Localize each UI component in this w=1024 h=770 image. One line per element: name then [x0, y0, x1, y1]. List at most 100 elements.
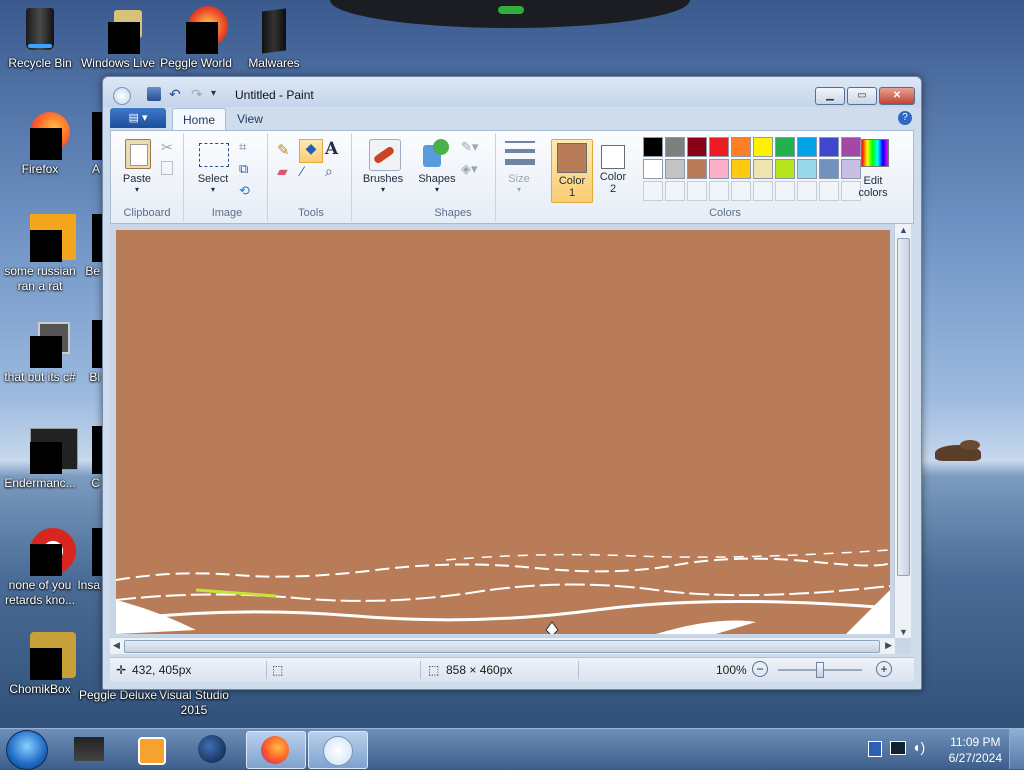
color2-button[interactable]: Color 2 — [593, 139, 633, 201]
desktop-icon-peggle-deluxe[interactable]: Peggle Deluxe — [78, 688, 158, 703]
paint-app-icon[interactable] — [113, 87, 131, 105]
paint-menu-button[interactable]: ▤ ▾ — [110, 108, 166, 128]
taskbar-app-folder[interactable] — [60, 731, 118, 767]
horizontal-scroll-thumb[interactable] — [124, 640, 880, 653]
edit-colors-button[interactable]: Edit colors — [851, 139, 895, 199]
palette-swatch[interactable] — [753, 159, 773, 179]
palette-swatch[interactable] — [731, 137, 751, 157]
custom-color-slot[interactable] — [775, 181, 795, 201]
taskbar-app-paint[interactable] — [308, 731, 368, 769]
eraser-icon[interactable]: ▰ — [277, 163, 295, 181]
select-button[interactable]: Select ▾ — [191, 137, 235, 194]
desktop-icon-partial[interactable]: Bi — [62, 320, 102, 385]
title-bar[interactable]: ↶ ↷ ▾ Untitled - Paint ▁ ▭ ✕ — [103, 77, 921, 107]
indicator-light — [498, 6, 524, 14]
show-desktop-button[interactable] — [1009, 729, 1024, 769]
scroll-up-icon[interactable]: ▲ — [899, 225, 908, 235]
horizontal-scrollbar[interactable]: ◀ ▶ — [110, 637, 895, 654]
paste-button[interactable]: Paste ▾ — [115, 137, 159, 194]
size-button[interactable]: Size ▾ — [497, 137, 541, 194]
scroll-left-icon[interactable]: ◀ — [113, 640, 120, 651]
palette-swatch[interactable] — [797, 137, 817, 157]
app-icon — [92, 528, 102, 576]
palette-swatch[interactable] — [775, 137, 795, 157]
palette-swatch[interactable] — [819, 137, 839, 157]
resize-icon[interactable]: ⧉ — [239, 161, 257, 179]
palette-swatch[interactable] — [665, 137, 685, 157]
action-center-icon[interactable] — [890, 741, 906, 755]
pencil-icon[interactable]: ✎ — [277, 141, 295, 159]
chomikbox-icon — [16, 632, 76, 680]
desktop-icon-partial[interactable]: C — [62, 426, 102, 491]
brushes-button[interactable]: Brushes ▾ — [361, 137, 405, 194]
shape-fill-icon[interactable]: ◈▾ — [461, 161, 479, 179]
color1-button[interactable]: Color 1 — [551, 139, 593, 203]
network-icon[interactable] — [868, 741, 882, 757]
vertical-scrollbar[interactable]: ▲ ▼ — [894, 224, 911, 638]
palette-swatch[interactable] — [665, 159, 685, 179]
cut-icon[interactable]: ✂ — [161, 139, 179, 157]
desktop-icon-partial[interactable]: Be — [62, 214, 102, 279]
outline-icon[interactable]: ✎▾ — [461, 139, 479, 157]
scroll-down-icon[interactable]: ▼ — [899, 627, 908, 637]
custom-color-slot[interactable] — [665, 181, 685, 201]
palette-swatch[interactable] — [709, 137, 729, 157]
palette-swatch[interactable] — [797, 159, 817, 179]
desktop-icon-chomikbox[interactable]: ChomikBox — [0, 632, 80, 697]
scroll-right-icon[interactable]: ▶ — [885, 640, 892, 651]
drawing-canvas[interactable] — [116, 230, 890, 634]
customize-toolbar-icon[interactable]: ▾ — [211, 87, 225, 101]
desktop-icon-malwares[interactable]: Malwares — [234, 6, 314, 71]
app-icon — [92, 320, 102, 368]
crop-icon[interactable]: ⌗ — [239, 139, 257, 157]
custom-color-slot[interactable] — [797, 181, 817, 201]
palette-swatch[interactable] — [775, 159, 795, 179]
desktop-icon-windows-live[interactable]: Windows Live — [78, 6, 158, 71]
taskbar-app-firefox[interactable] — [246, 731, 306, 769]
palette-swatch[interactable] — [643, 137, 663, 157]
magnifier-icon[interactable]: ⌕ — [325, 163, 343, 181]
custom-color-slot[interactable] — [753, 181, 773, 201]
rotate-icon[interactable]: ⟲ — [239, 183, 257, 201]
palette-swatch[interactable] — [687, 159, 707, 179]
desktop-icon-recycle-bin[interactable]: Recycle Bin — [0, 6, 80, 71]
palette-swatch[interactable] — [687, 137, 707, 157]
taskbar-app-media-player[interactable] — [122, 731, 180, 767]
minimize-button[interactable]: ▁ — [815, 87, 845, 105]
tab-home[interactable]: Home — [172, 108, 226, 131]
zoom-in-icon[interactable]: + — [876, 661, 892, 677]
custom-color-slot[interactable] — [687, 181, 707, 201]
desktop-icon-visual-studio[interactable]: Visual Studio 2015 — [154, 688, 234, 718]
text-icon[interactable]: A — [325, 139, 343, 159]
volume-icon[interactable]: ◖) — [912, 739, 925, 755]
palette-swatch[interactable] — [643, 159, 663, 179]
palette-swatch[interactable] — [731, 159, 751, 179]
copy-icon[interactable] — [161, 161, 173, 175]
tab-view[interactable]: View — [230, 108, 270, 130]
custom-color-slot[interactable] — [643, 181, 663, 201]
desktop-icon-partial[interactable]: A — [62, 112, 102, 177]
palette-swatch[interactable] — [753, 137, 773, 157]
save-icon[interactable] — [147, 87, 161, 101]
vertical-scroll-thumb[interactable] — [897, 238, 910, 576]
custom-color-slot[interactable] — [819, 181, 839, 201]
clock[interactable]: 11:09 PM 6/27/2024 — [949, 734, 1002, 766]
fill-icon[interactable]: ◆ — [299, 139, 323, 163]
custom-color-slot[interactable] — [709, 181, 729, 201]
desktop-icon-peggle-world[interactable]: Peggle World — [156, 6, 236, 71]
taskbar-app-globe[interactable] — [184, 731, 242, 767]
desktop-icon-partial[interactable]: Insa — [62, 528, 102, 593]
zoom-out-icon[interactable]: − — [752, 661, 768, 677]
undo-icon[interactable]: ↶ — [169, 87, 183, 101]
close-button[interactable]: ✕ — [879, 87, 915, 105]
custom-color-slot[interactable] — [731, 181, 751, 201]
zoom-slider-thumb[interactable] — [816, 662, 824, 678]
redo-icon[interactable]: ↷ — [191, 87, 205, 101]
color-picker-icon[interactable]: ⁄ — [301, 163, 319, 181]
start-button[interactable] — [6, 730, 48, 770]
palette-swatch[interactable] — [709, 159, 729, 179]
shapes-button[interactable]: Shapes ▾ — [415, 137, 459, 194]
maximize-button[interactable]: ▭ — [847, 87, 877, 105]
palette-swatch[interactable] — [819, 159, 839, 179]
help-icon[interactable]: ? — [898, 111, 912, 125]
